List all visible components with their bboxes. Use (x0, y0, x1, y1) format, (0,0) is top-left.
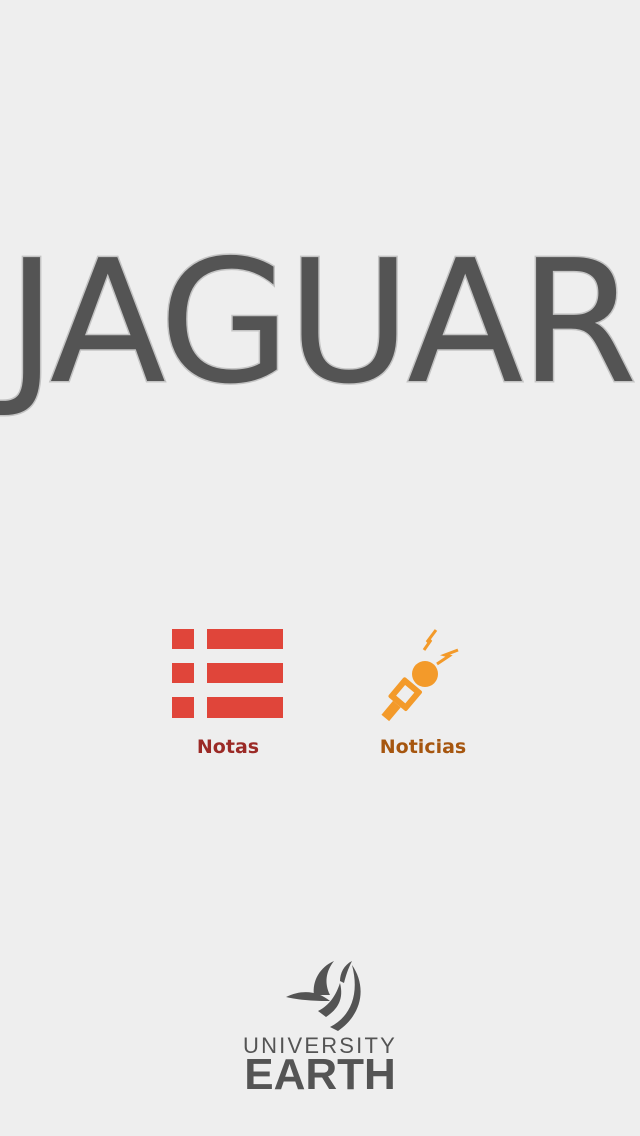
app-title: JAGUAR (5, 224, 639, 422)
list-icon (143, 626, 313, 726)
notas-button[interactable]: Notas (143, 626, 313, 766)
logo-line-earth: EARTH (244, 1050, 396, 1099)
university-earth-logo: UNIVERSITY EARTH (230, 955, 410, 1100)
noticias-label: Noticias (379, 736, 467, 758)
noticias-button[interactable]: Noticias (338, 626, 508, 766)
microphone-icon (338, 626, 508, 726)
notas-label: Notas (196, 736, 260, 758)
leaf-logo-icon (286, 961, 361, 1031)
